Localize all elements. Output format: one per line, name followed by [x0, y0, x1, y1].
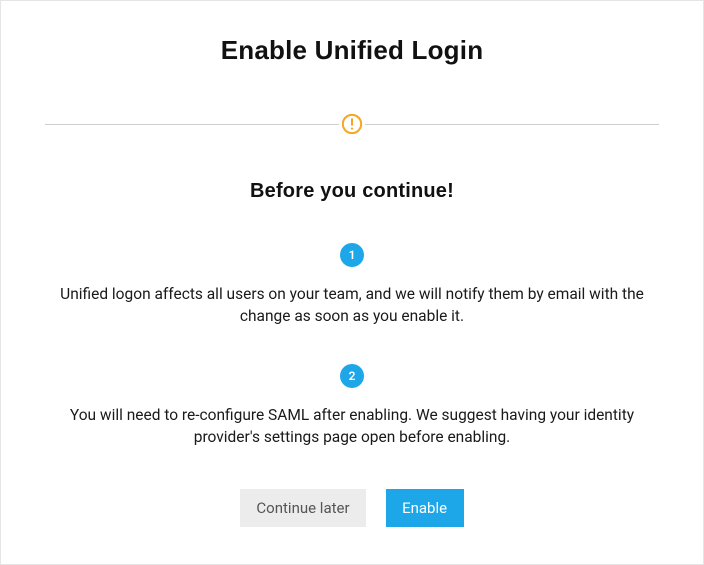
step-1: 1 Unified logon affects all users on you…	[45, 243, 659, 328]
warning-icon	[339, 111, 365, 137]
step-number-badge: 1	[340, 243, 364, 267]
step-text: Unified logon affects all users on your …	[45, 283, 659, 328]
divider	[45, 112, 659, 136]
step-text: You will need to re-configure SAML after…	[45, 404, 659, 449]
enable-button[interactable]: Enable	[386, 489, 464, 527]
continue-later-button[interactable]: Continue later	[240, 489, 365, 527]
step-number-badge: 2	[340, 364, 364, 388]
dialog-subtitle: Before you continue!	[45, 180, 659, 203]
step-2: 2 You will need to re-configure SAML aft…	[45, 364, 659, 449]
dialog-actions: Continue later Enable	[45, 489, 659, 527]
dialog-title: Enable Unified Login	[45, 35, 659, 66]
enable-unified-login-dialog: Enable Unified Login Before you continue…	[0, 0, 704, 565]
